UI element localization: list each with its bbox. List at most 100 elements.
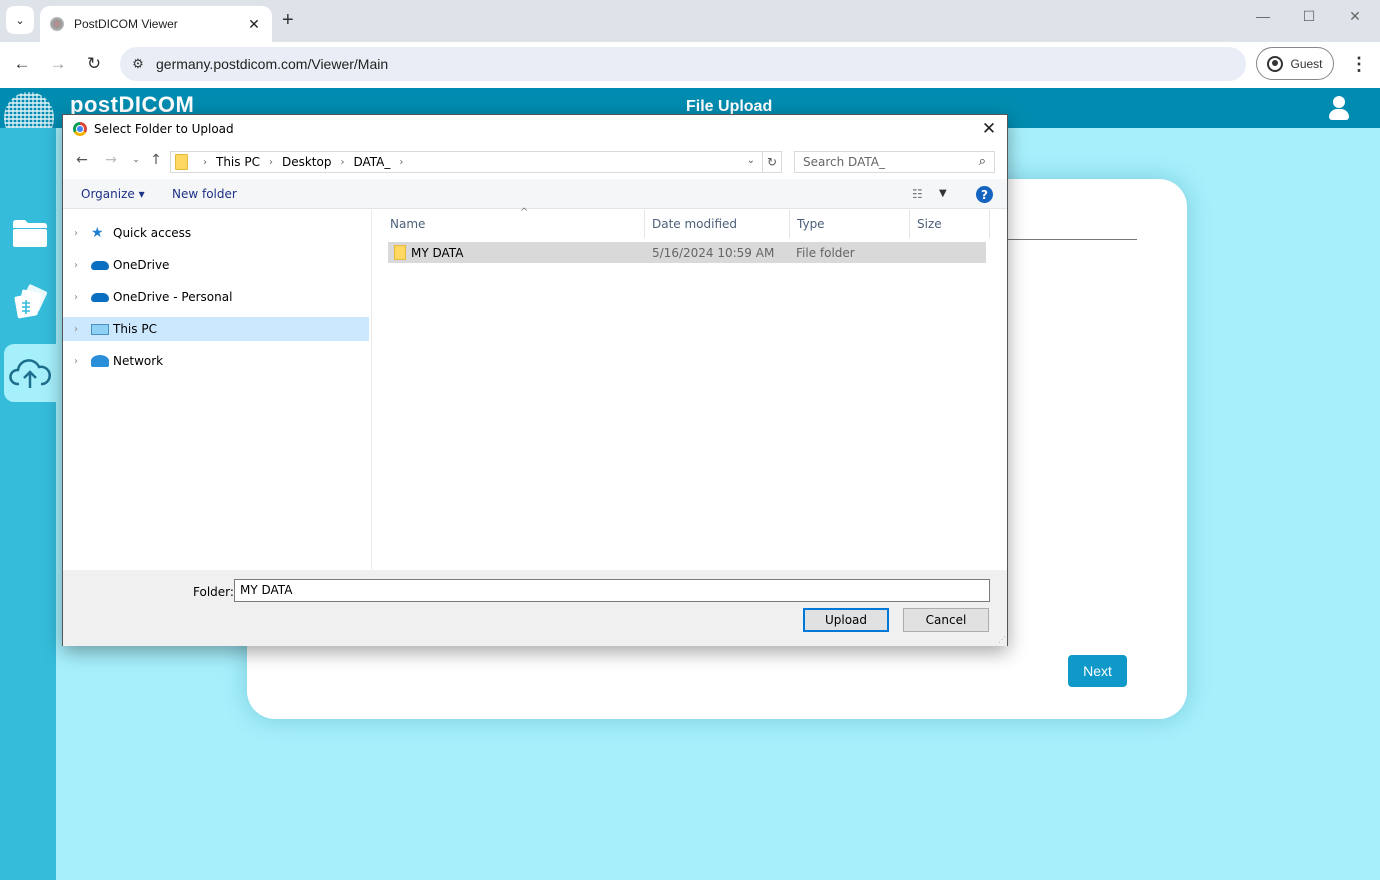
profile-button[interactable]: Guest (1256, 47, 1334, 80)
folder-input[interactable]: MY DATA (234, 579, 990, 602)
next-button[interactable]: Next (1068, 655, 1127, 687)
dialog-close-icon[interactable]: ✕ (979, 119, 999, 139)
nav-item-label: Quick access (113, 226, 192, 240)
dialog-titlebar: Select Folder to Upload ✕ (63, 115, 1007, 143)
expand-chevron-icon[interactable]: › (65, 292, 87, 303)
breadcrumb-item[interactable]: Desktop (282, 155, 332, 169)
browser-menu-icon[interactable]: ⋮ (1350, 54, 1368, 75)
dialog-forward-button[interactable]: → (102, 152, 120, 168)
network-icon (91, 355, 109, 367)
sidebar-item-upload[interactable] (4, 344, 56, 402)
back-button[interactable]: ← (11, 54, 33, 74)
star-icon: ★ (91, 225, 104, 241)
sidebar-item-files[interactable] (4, 204, 56, 262)
column-label: Date modified (652, 217, 738, 231)
nav-item-quick-access[interactable]: › ★ Quick access (63, 221, 369, 245)
address-dropdown-icon[interactable]: ⌄ (747, 155, 755, 166)
nav-item-this-pc[interactable]: › This PC (63, 317, 369, 341)
file-date: 5/16/2024 10:59 AM (652, 246, 775, 260)
select-folder-dialog: Select Folder to Upload ✕ ← → ⌄ ↑ › This… (62, 114, 1008, 646)
breadcrumb-separator-icon[interactable]: › (399, 157, 403, 168)
user-account-icon[interactable] (1328, 96, 1350, 120)
cloud-icon (91, 292, 109, 302)
site-info-icon[interactable]: ⚙ (120, 56, 156, 72)
upload-button[interactable]: Upload (803, 608, 889, 632)
dialog-footer: Folder: MY DATA Upload Cancel ⋰ (63, 570, 1007, 646)
file-name: MY DATA (411, 246, 464, 260)
browser-toolbar: ← → ↻ ⚙ germany.postdicom.com/Viewer/Mai… (0, 42, 1380, 88)
browser-tab[interactable]: PostDICOM Viewer ✕ (40, 6, 272, 42)
folder-icon (13, 220, 47, 247)
expand-chevron-icon[interactable]: › (65, 260, 87, 271)
tab-title: PostDICOM Viewer (74, 17, 178, 31)
expand-chevron-icon[interactable]: › (65, 356, 87, 367)
column-label: Size (917, 217, 942, 231)
chevron-down-icon: ⌄ (15, 14, 25, 27)
sidebar-item-cases[interactable] (4, 274, 56, 332)
navigation-pane: › ★ Quick access › OneDrive › OneDrive -… (63, 210, 372, 570)
cloud-upload-icon (9, 359, 51, 388)
cards-icon (14, 284, 48, 319)
sort-ascending-icon: ^ (520, 207, 529, 218)
new-folder-button[interactable]: New folder (172, 187, 237, 201)
app-sidebar (0, 128, 56, 880)
nav-item-network[interactable]: › Network (63, 349, 369, 373)
help-icon[interactable]: ? (976, 186, 993, 203)
breadcrumb-item[interactable]: DATA_ (353, 155, 390, 169)
maximize-icon[interactable]: ☐ (1299, 8, 1319, 25)
breadcrumb-item[interactable]: This PC (216, 155, 260, 169)
nav-item-label: Network (113, 354, 164, 368)
resize-grip-icon[interactable]: ⋰ (998, 635, 1006, 644)
search-placeholder: Search DATA_ (803, 155, 885, 169)
dialog-refresh-button[interactable]: ↻ (762, 151, 782, 173)
up-folder-button[interactable]: ↑ (147, 152, 165, 168)
column-label: Type (797, 217, 825, 231)
file-list-pane: Name ^ Date modified Type Size MY DATA 5… (373, 207, 1007, 570)
column-label: Name (390, 217, 426, 231)
expand-chevron-icon[interactable]: › (65, 228, 87, 239)
breadcrumb-separator-icon[interactable]: › (340, 157, 344, 168)
nav-item-onedrive[interactable]: › OneDrive (63, 253, 369, 277)
breadcrumb-separator-icon[interactable]: › (269, 157, 273, 168)
expand-chevron-icon[interactable]: › (65, 324, 87, 335)
browser-tabstrip: ⌄ PostDICOM Viewer ✕ + — ☐ ✕ (0, 0, 1380, 42)
view-dropdown-icon[interactable]: ▼ (939, 188, 947, 199)
view-options-icon[interactable]: ☷ (912, 187, 923, 201)
reload-icon: ↻ (86, 54, 102, 73)
url-text: germany.postdicom.com/Viewer/Main (156, 56, 389, 72)
profile-icon (1267, 55, 1284, 72)
folder-label: Folder: (193, 585, 234, 599)
column-header-date[interactable]: Date modified (645, 210, 790, 238)
dialog-breadcrumb[interactable]: › This PC › Desktop › DATA_ › ⌄ (170, 151, 782, 173)
column-header-name[interactable]: Name ^ (383, 207, 645, 238)
forward-button[interactable]: → (47, 54, 69, 74)
cancel-button[interactable]: Cancel (903, 608, 989, 632)
reload-button[interactable]: ↻ (83, 54, 105, 74)
new-tab-button[interactable]: + (282, 10, 294, 30)
organize-button[interactable]: Organize ▾ (81, 187, 145, 201)
dialog-back-button[interactable]: ← (73, 152, 91, 168)
profile-label: Guest (1290, 56, 1323, 71)
column-header-size[interactable]: Size (910, 210, 990, 238)
tab-favicon-icon (50, 17, 64, 31)
dialog-command-bar: Organize ▾ New folder ☷ ▼ ? (63, 179, 1007, 209)
search-icon: ⌕ (978, 154, 986, 169)
address-bar[interactable]: ⚙ germany.postdicom.com/Viewer/Main (120, 47, 1246, 81)
breadcrumb-separator-icon[interactable]: › (203, 157, 207, 168)
computer-icon (91, 323, 109, 335)
column-header-type[interactable]: Type (790, 210, 910, 238)
file-type: File folder (796, 246, 855, 260)
recent-locations-chevron-icon[interactable]: ⌄ (127, 155, 145, 165)
window-close-icon[interactable]: ✕ (1345, 8, 1365, 25)
nav-item-label: This PC (113, 322, 157, 336)
nav-item-onedrive-personal[interactable]: › OneDrive - Personal (63, 285, 369, 309)
dialog-search-input[interactable]: Search DATA_ ⌕ (794, 151, 995, 173)
folder-icon (175, 154, 188, 170)
arrow-right-icon: → (49, 54, 67, 73)
cloud-icon (91, 260, 109, 270)
close-tab-icon[interactable]: ✕ (246, 16, 262, 33)
folder-icon (394, 245, 406, 260)
file-row[interactable]: MY DATA 5/16/2024 10:59 AM File folder (388, 242, 986, 263)
minimize-icon[interactable]: — (1253, 8, 1273, 24)
tab-search-button[interactable]: ⌄ (6, 6, 34, 34)
